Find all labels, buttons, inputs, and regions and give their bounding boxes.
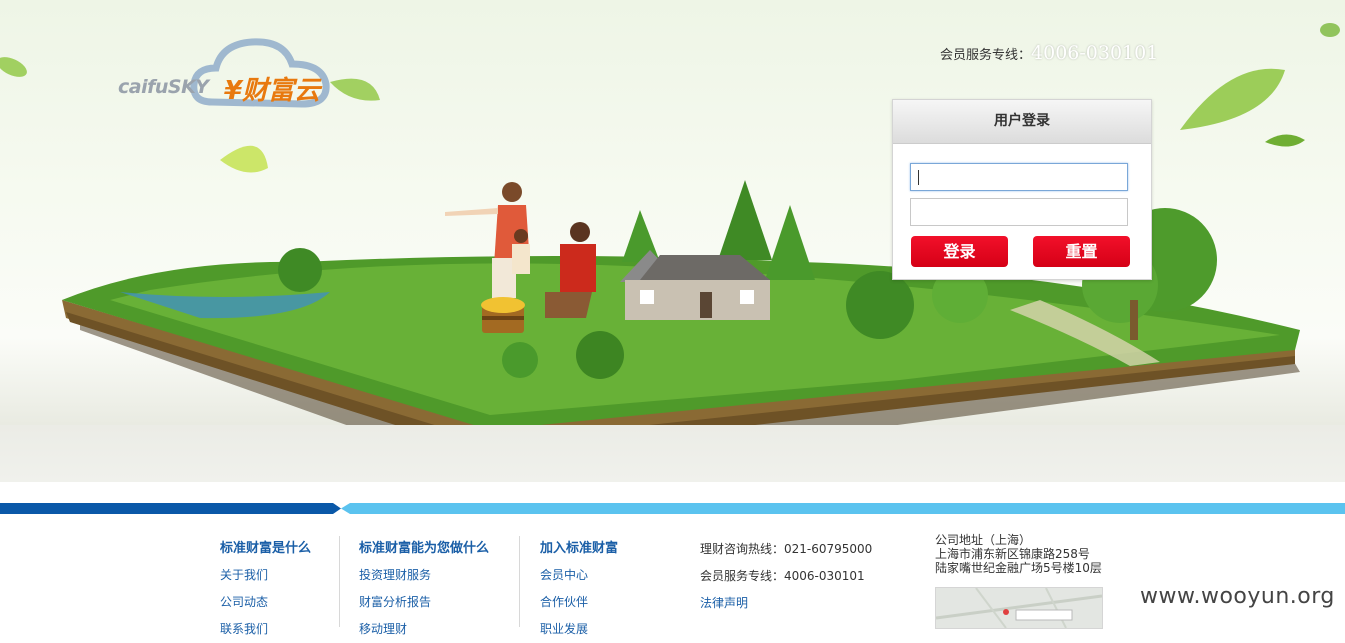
footer-heading: 标准财富是什么: [220, 541, 312, 556]
footer-link-careers[interactable]: 职业发展: [540, 616, 618, 643]
divider-stripe-dark: [0, 503, 333, 514]
logo-chinese-text: ¥财富云: [224, 76, 321, 106]
service-hotline: 会员服务专线：4006-030101: [700, 569, 865, 583]
password-input[interactable]: [910, 198, 1128, 226]
footer-link-mobile[interactable]: 移动理财: [359, 616, 489, 643]
address-title: 公司地址（上海）: [935, 533, 1032, 547]
consult-hotline: 理财咨询热线：021-60795000: [700, 542, 873, 556]
hero-banner: caifuSKY ¥财富云 会员服务专线：4006-030101 用户登录 登录…: [0, 0, 1345, 482]
hotline-label: 会员服务专线：: [940, 48, 1032, 63]
company-address: 公司地址（上海） 上海市浦东新区锦康路258号 陆家嘴世纪金融广场5号楼10层: [935, 533, 1102, 575]
footer-contact: 理财咨询热线：021-60795000 会员服务专线：4006-030101 法…: [700, 536, 872, 617]
hero-ground-band: [0, 425, 1345, 482]
address-line-1: 上海市浦东新区锦康路258号: [935, 547, 1090, 561]
member-hotline: 会员服务专线：4006-030101: [940, 42, 1158, 64]
logo[interactable]: caifuSKY ¥财富云: [112, 34, 332, 114]
footer-link-investment[interactable]: 投资理财服务: [359, 562, 489, 589]
footer-link-about-us[interactable]: 关于我们: [220, 562, 311, 589]
footer-link-news[interactable]: 公司动态: [220, 589, 311, 616]
username-input[interactable]: [910, 163, 1128, 191]
login-title: 用户登录: [893, 100, 1151, 144]
watermark-text: www.wooyun.org: [1140, 584, 1335, 609]
footer-separator: [519, 536, 520, 627]
address-line-2: 陆家嘴世纪金融广场5号楼10层: [935, 561, 1102, 575]
divider-arrow-icon: [333, 503, 350, 514]
reset-button[interactable]: 重置: [1033, 236, 1130, 267]
map-image: [936, 588, 1102, 628]
footer-separator: [339, 536, 340, 627]
footer-link-partners[interactable]: 合作伙伴: [540, 589, 618, 616]
footer-link-legal[interactable]: 法律声明: [700, 590, 872, 617]
location-map[interactable]: [935, 587, 1103, 629]
login-panel: 用户登录 登录 重置: [892, 99, 1152, 280]
footer-heading: 标准财富能为您做什么: [359, 541, 490, 556]
footer-link-member-center[interactable]: 会员中心: [540, 562, 618, 589]
footer-link-contact[interactable]: 联系我们: [220, 616, 311, 643]
hotline-number: 4006-030101: [1031, 42, 1159, 64]
footer-heading: 加入标准财富: [540, 541, 619, 556]
logo-english-text: caifuSKY: [118, 76, 209, 98]
login-button[interactable]: 登录: [911, 236, 1008, 267]
footer-link-report[interactable]: 财富分析报告: [359, 589, 489, 616]
text-cursor: [918, 170, 919, 185]
divider-stripe-light: [350, 503, 1345, 514]
